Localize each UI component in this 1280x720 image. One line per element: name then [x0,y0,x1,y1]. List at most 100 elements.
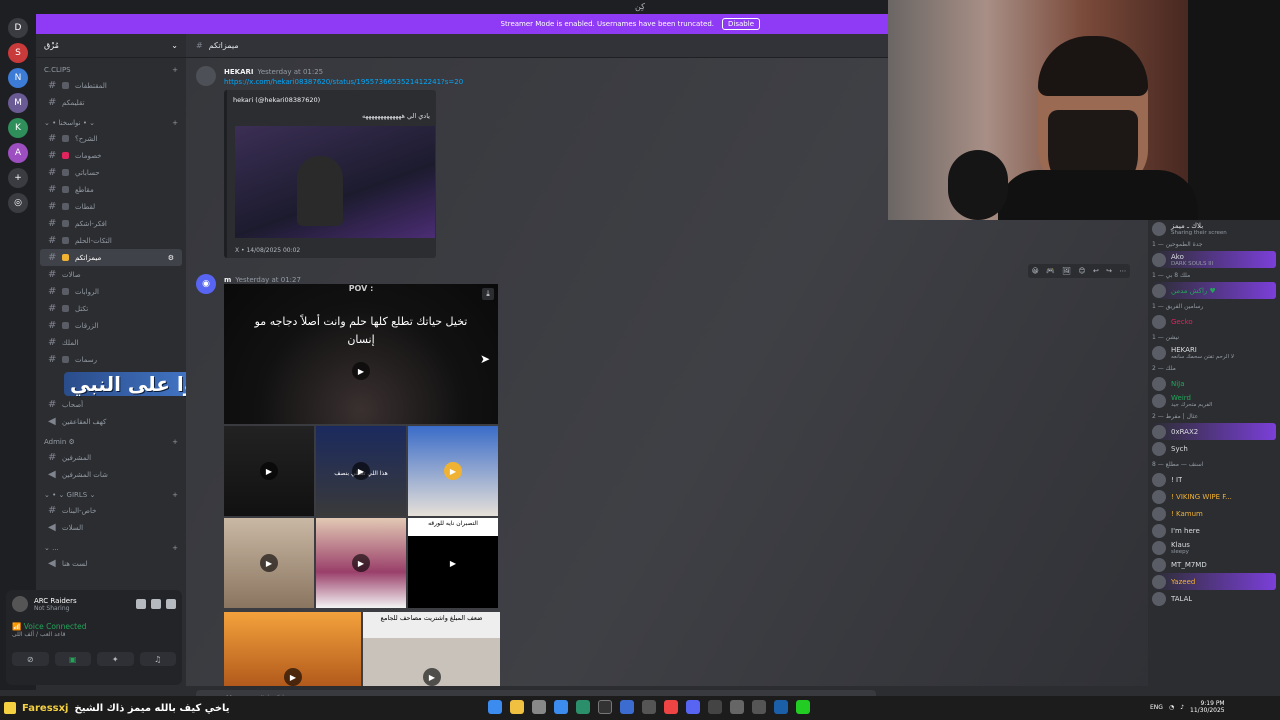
game-icon[interactable]: 🎮 [1046,267,1055,275]
play-icon[interactable]: ▶ [444,462,462,480]
server-icon[interactable]: N [8,68,28,88]
screen-icon[interactable] [151,599,161,609]
member-item[interactable]: HEKARI لا الرحم تفتن سحمك سانعه [1152,344,1276,361]
app-icon[interactable] [752,700,766,714]
app-icon[interactable] [796,700,810,714]
steam-icon[interactable] [774,700,788,714]
message-author[interactable]: HEKARI [224,68,253,76]
category-clips[interactable]: C.CLIPS + [36,58,186,77]
video-thumbnail[interactable]: ▶ [224,612,361,686]
disable-streamer-mode-button[interactable]: Disable [722,18,760,30]
channel-item[interactable]: # خصومات [40,147,182,164]
video-thumbnail[interactable]: هذا اللي تعطي بنصف▶ [316,426,406,516]
channel-item[interactable]: # خاص-البنات [40,502,182,519]
member-item[interactable]: Klaus sleepy [1152,539,1276,556]
member-item[interactable]: بلاك ـ ميمز Sharing their screen [1152,220,1276,237]
channel-item[interactable]: # مقاطع [40,181,182,198]
home-icon[interactable]: D [8,18,28,38]
more-icon[interactable]: ⋯ [1119,267,1126,275]
play-icon[interactable]: ▶ [352,554,370,572]
channel-item[interactable]: # الروابات [40,283,182,300]
member-item[interactable]: I'm here [1152,522,1276,539]
link-embed[interactable]: hekari (@hekari08387620) يادي الي هههههه… [224,90,436,258]
channel-item[interactable]: # الملك [40,334,182,351]
channel-item[interactable]: # حساباتي [40,164,182,181]
app-icon[interactable] [708,700,722,714]
channel-item-active[interactable]: # ميمزاتكم ⚙ [40,249,182,266]
channel-item[interactable]: # الزرقات [40,317,182,334]
category-admin[interactable]: Admin ⚙ + [36,430,186,449]
emoji-icon[interactable]: 😊 [1078,267,1085,275]
windows-start-icon[interactable] [488,700,502,714]
channel-item[interactable]: # صالات [40,266,182,283]
play-icon[interactable]: ▶ [352,362,370,380]
app-icon[interactable] [620,700,634,714]
add-server-icon[interactable]: + [8,168,28,188]
settings-gear-icon[interactable]: ⚙ [168,254,174,262]
server-icon[interactable]: K [8,118,28,138]
download-icon[interactable]: ⤓ [482,288,494,300]
play-icon[interactable]: ▶ [260,554,278,572]
video-attachment[interactable]: POV : تخيل حياتك تطلع كلها حلم وانت أصلا… [224,284,498,424]
member-item[interactable]: Yazeed [1152,573,1276,590]
clock[interactable]: 9:19 PM 11/30/2025 [1190,700,1225,714]
image-icon[interactable]: 🖼 [1062,267,1071,275]
soundboard-button[interactable]: ♫ [139,652,176,666]
video-thumbnail[interactable]: ▶ [224,518,314,608]
server-header[interactable]: مُزْق ⌄ [36,34,186,58]
reply-icon[interactable]: ↩ [1093,267,1099,275]
settings-icon[interactable] [166,599,176,609]
camera-off-button[interactable]: ⊘ [12,652,49,666]
app-icon[interactable] [576,700,590,714]
voice-channel-item[interactable]: ◀ السلات [40,519,182,536]
discord-avatar-icon[interactable]: ◉ [196,274,216,294]
volume-icon[interactable]: ♪ [1180,704,1184,711]
embed-video-thumbnail[interactable] [235,126,435,238]
embed-author[interactable]: hekari (@hekari08387620) [233,96,430,104]
member-item[interactable]: ! VIKING WIPE F... [1152,488,1276,505]
channel-item[interactable]: # التكات-الحلم [40,232,182,249]
chrome-icon[interactable] [664,700,678,714]
app-icon[interactable] [554,700,568,714]
play-icon[interactable]: ▶ [284,668,302,686]
member-item[interactable]: TALAL [1152,590,1276,607]
server-icon[interactable]: A [8,143,28,163]
voice-channel-item[interactable]: ◀ كهف العقاعقين [40,413,182,430]
channel-item[interactable]: # رسمات [40,351,182,368]
category-general[interactable]: ⌄ • نواسخنا • ⌄ + [36,111,186,130]
app-icon[interactable] [730,700,744,714]
video-thumbnail[interactable]: ضعف المبلغ واشتريت مصاحف للجامع ▶ [363,612,500,686]
member-item[interactable]: ! Kamum [1152,505,1276,522]
forward-icon[interactable]: ↪ [1106,267,1112,275]
voice-channel-item[interactable]: ◀ لست هنا [40,555,182,572]
member-item[interactable]: ! IT [1152,471,1276,488]
wifi-icon[interactable]: ◔ [1169,704,1174,711]
discord-icon[interactable] [686,700,700,714]
video-thumbnail[interactable]: ▶ [316,518,406,608]
category-last[interactable]: ⌄ ... + [36,536,186,555]
message-link[interactable]: https://x.com/hekari08387620/status/1955… [224,78,463,86]
file-explorer-icon[interactable] [510,700,524,714]
video-thumbnail[interactable]: التصبران نايه للورقه ▶ [408,518,498,608]
avatar[interactable] [196,66,216,86]
member-item[interactable]: Gecko [1152,313,1276,330]
member-item[interactable]: MT_M7MD [1152,556,1276,573]
channel-item[interactable]: # أصحاب [40,396,182,413]
app-icon[interactable] [642,700,656,714]
video-thumbnail[interactable]: ▶ [224,426,314,516]
play-icon[interactable]: ▶ [260,462,278,480]
video-thumbnail[interactable]: ▶ [408,426,498,516]
github-icon[interactable] [598,700,612,714]
server-icon[interactable]: M [8,93,28,113]
language-indicator[interactable]: ENG [1150,704,1163,711]
category-girls[interactable]: ⌄ • ⌄ GIRLS ⌄ + [36,483,186,502]
screen-share-button[interactable]: ▣ [54,652,91,666]
reaction-icon[interactable]: 😀 [1032,267,1039,275]
activities-button[interactable]: ✦ [97,652,134,666]
member-item[interactable]: NiJa [1152,375,1276,392]
channel-item[interactable]: # تقليمكم [40,94,182,111]
play-icon[interactable]: ▶ [444,554,462,572]
channel-item[interactable]: # لقطات [40,198,182,215]
channel-item[interactable]: # الشرح؟ [40,130,182,147]
member-item[interactable]: Sych [1152,440,1276,457]
